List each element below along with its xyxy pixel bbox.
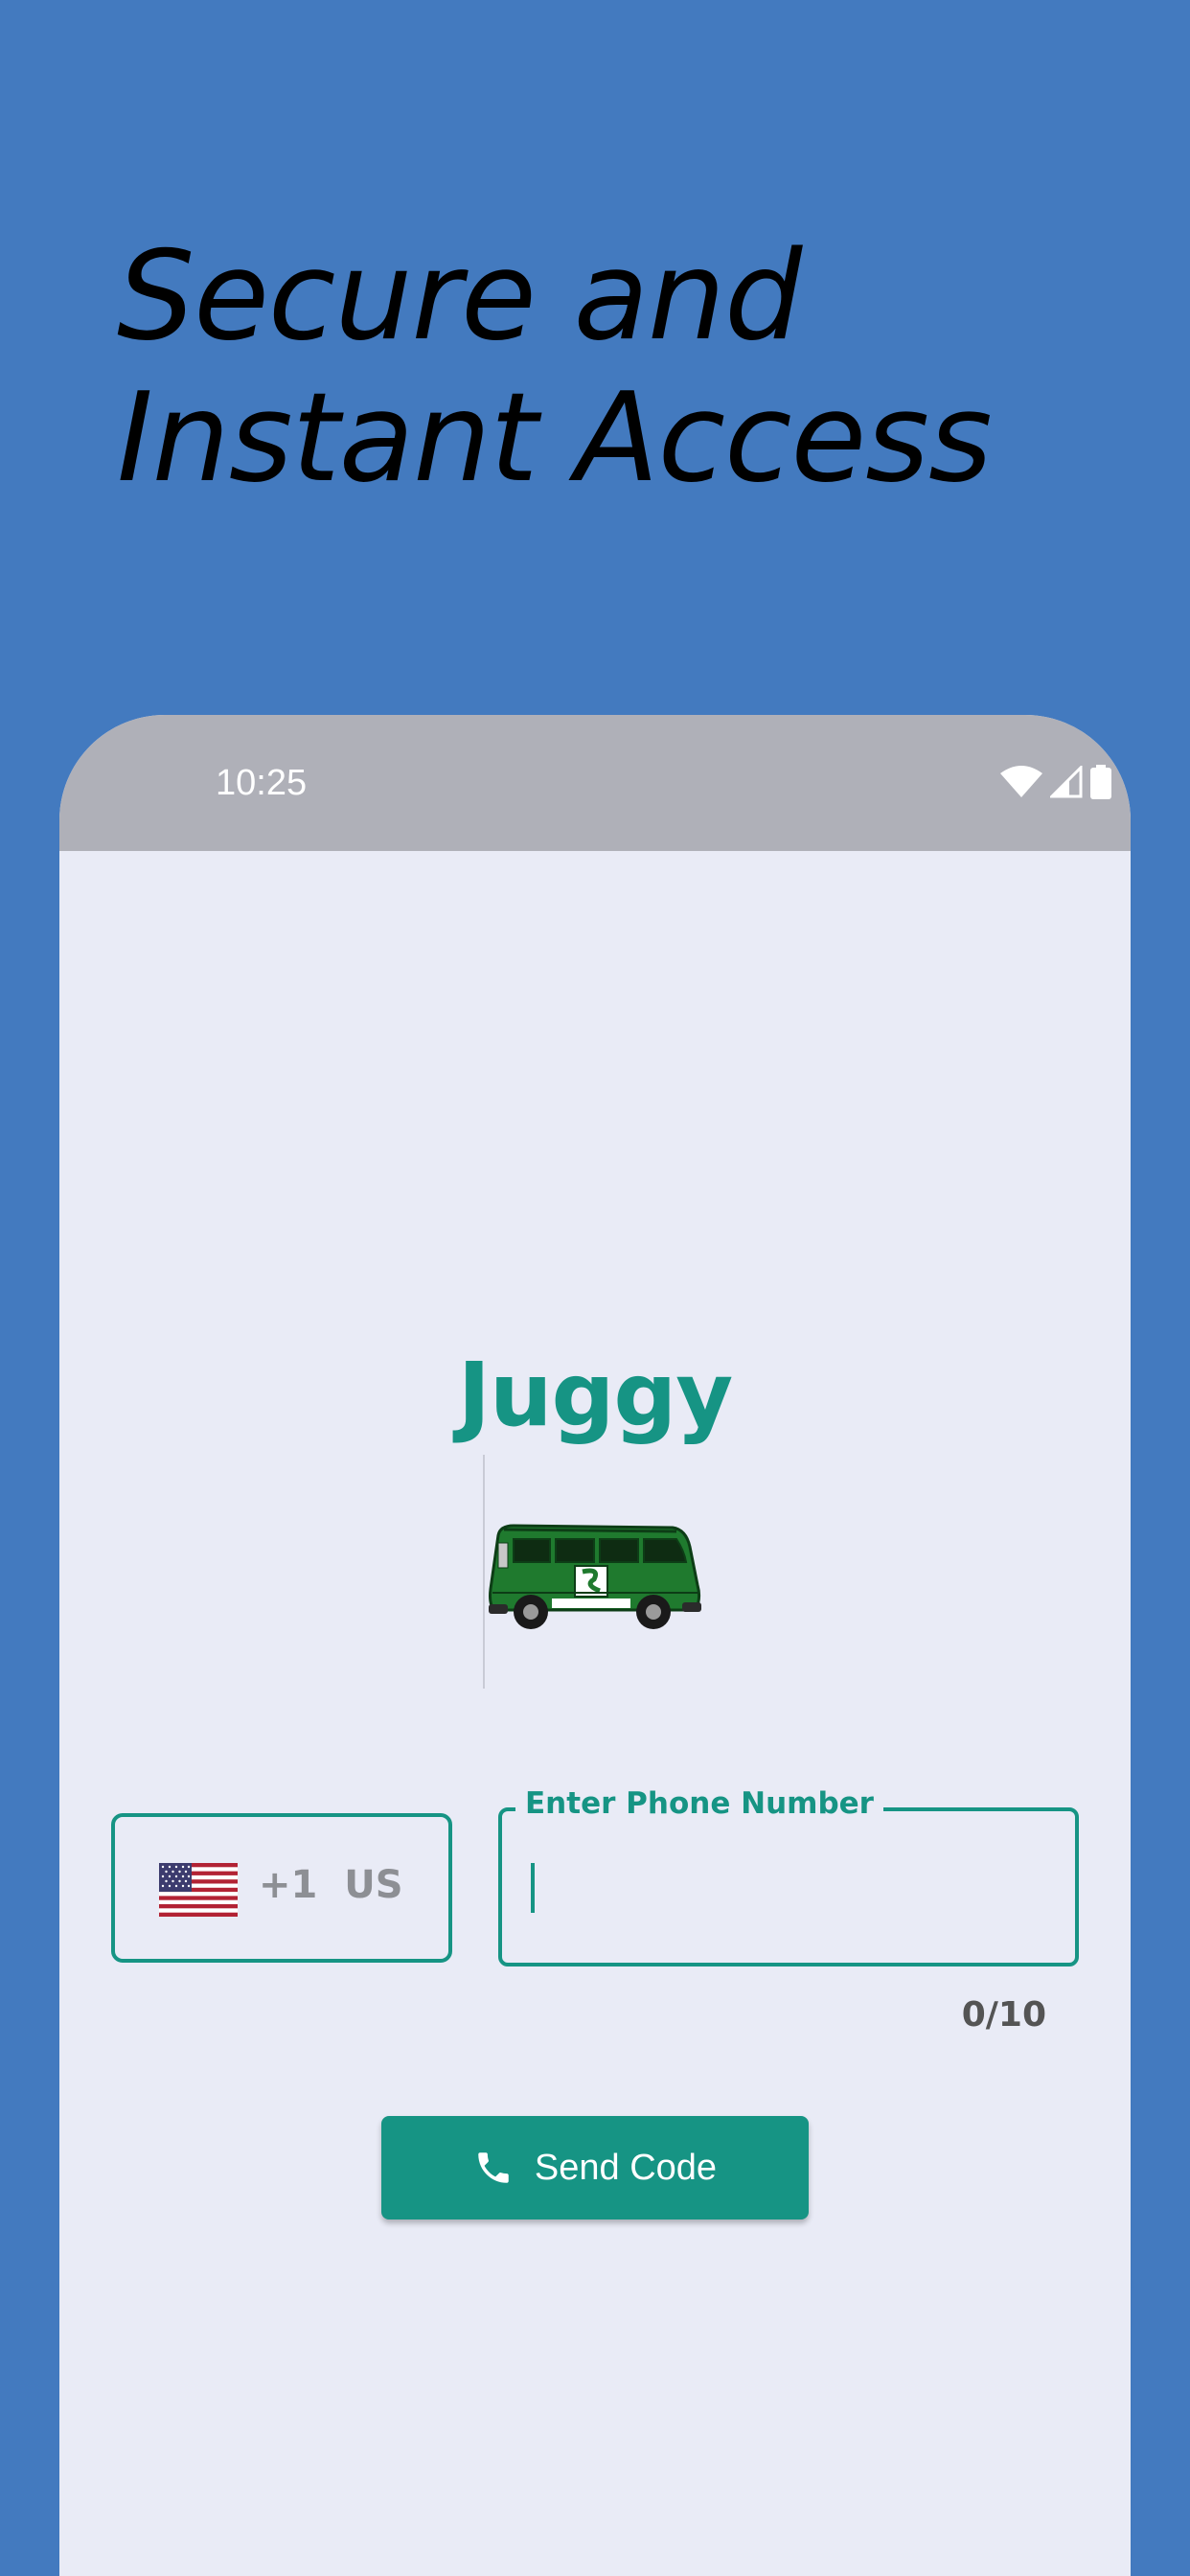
phone-field-label: Enter Phone Number	[515, 1786, 883, 1821]
send-code-label: Send Code	[534, 2147, 718, 2188]
headline-line-2: Instant Access	[117, 367, 993, 510]
text-caret	[531, 1863, 535, 1913]
country-code-label: +1 US	[259, 1863, 403, 1907]
us-flag-icon	[159, 1863, 238, 1917]
app-title: Juggy	[457, 1344, 733, 1446]
cellular-signal-icon	[1050, 766, 1083, 798]
character-counter: 0/10	[961, 1995, 1046, 2035]
phone-number-field[interactable]: Enter Phone Number	[498, 1786, 1079, 1966]
dial-code: +1	[259, 1863, 318, 1907]
status-icons	[1000, 765, 1111, 799]
device-screen: 10:25 Juggy +1 US Enter Phone Number 0/1…	[59, 715, 1131, 2576]
status-time: 10:25	[216, 763, 308, 803]
send-code-button[interactable]: Send Code	[381, 2116, 809, 2220]
status-bar: 10:25	[59, 715, 1131, 851]
van-logo	[489, 1524, 701, 1629]
country-abbreviation: US	[344, 1863, 403, 1907]
phone-icon	[478, 2152, 509, 2183]
phone-number-input[interactable]	[529, 1850, 1046, 1917]
promo-headline: Secure and Instant Access	[117, 226, 1133, 510]
country-picker[interactable]: +1 US	[111, 1813, 452, 1963]
wifi-icon	[1000, 766, 1042, 797]
headline-line-1: Secure and	[117, 225, 802, 368]
battery-icon	[1090, 765, 1111, 799]
